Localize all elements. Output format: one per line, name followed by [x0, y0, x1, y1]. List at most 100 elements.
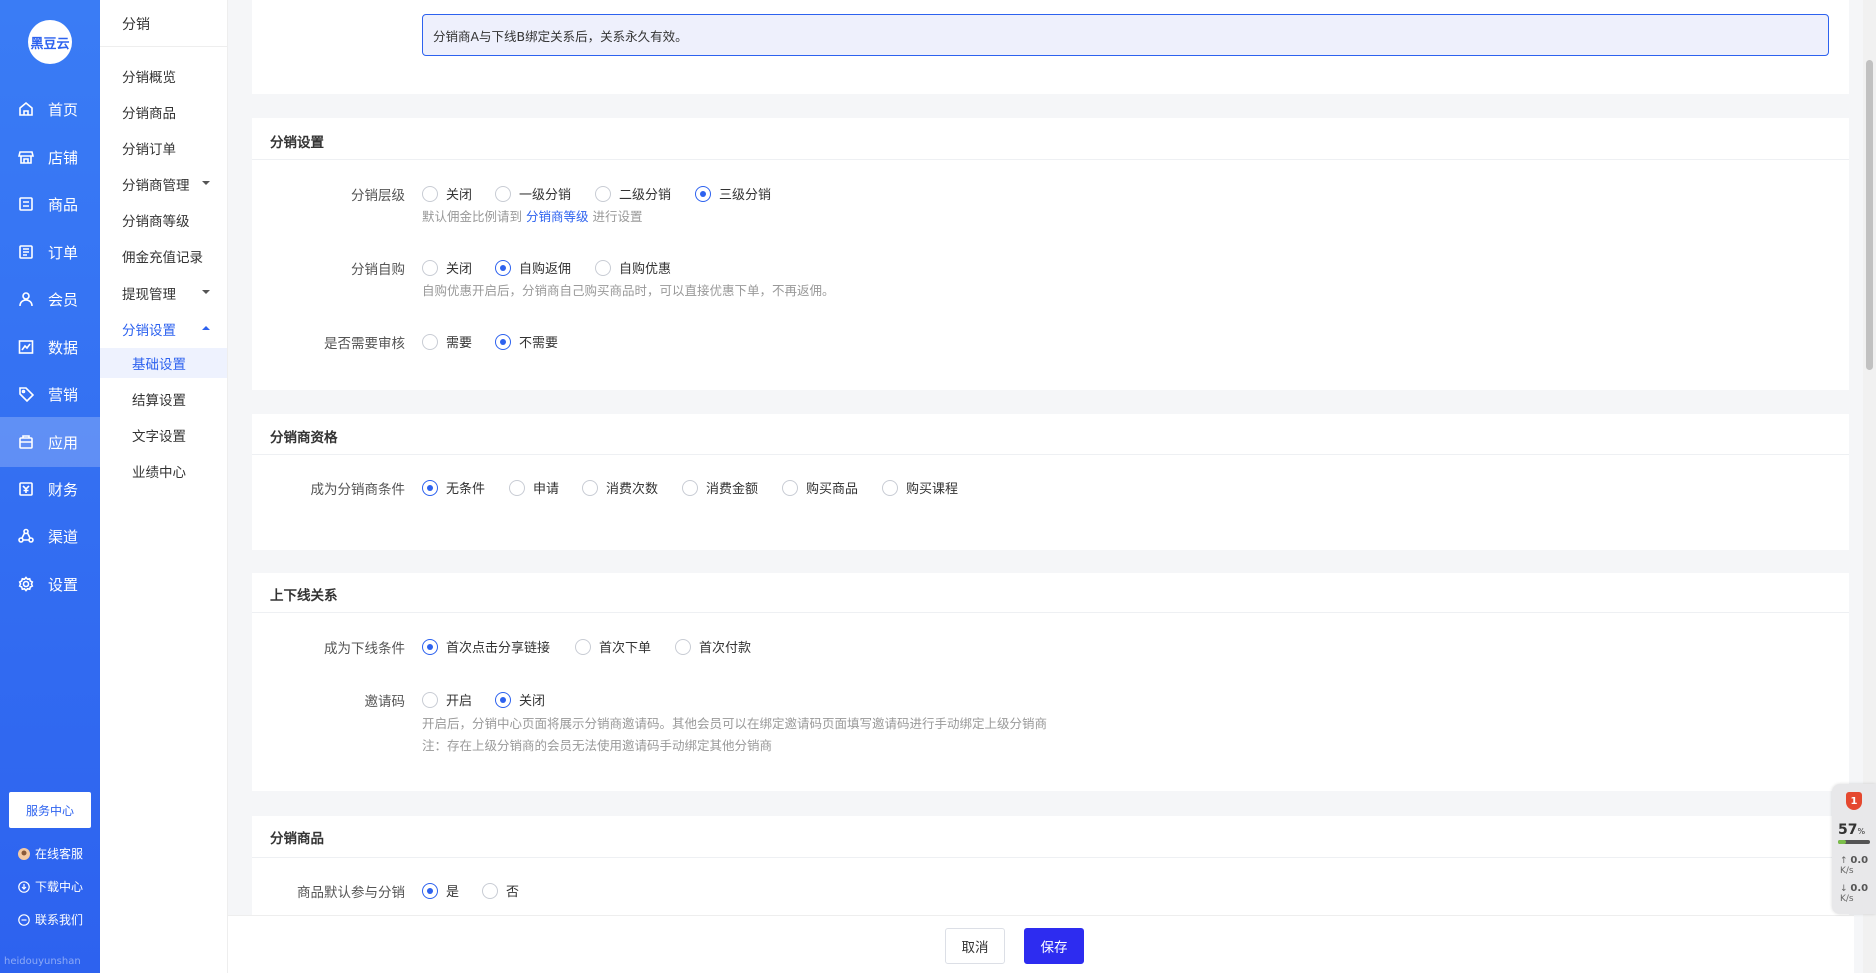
radio-circle	[595, 259, 611, 276]
upload-speed: ↑ 0.0 K/s	[1840, 855, 1869, 877]
level-option-first[interactable]: 一级分销	[495, 184, 571, 203]
cpu-bar	[1838, 840, 1870, 844]
radio-circle	[422, 185, 438, 202]
nav-item-store[interactable]: 店铺	[0, 134, 100, 180]
brand-logo[interactable]: 黑豆云	[28, 20, 72, 64]
radio-circle	[682, 479, 698, 496]
sub-child-text-settings[interactable]: 文字设置	[100, 420, 227, 450]
sub-item-label: 提现管理	[122, 287, 176, 303]
system-monitor-widget[interactable]: 1 57% ↑ 0.0 K/s ↓ 0.0 K/s	[1832, 784, 1876, 914]
condition-option-apply[interactable]: 申请	[509, 478, 559, 497]
nav-item-home[interactable]: 首页	[0, 86, 100, 132]
sub-item-distributor-manage[interactable]: 分销商管理	[122, 174, 222, 194]
contact-us-link[interactable]: 联系我们	[18, 911, 83, 928]
upload-value: 0.0	[1850, 855, 1869, 866]
download-center-label: 下载中心	[35, 880, 84, 894]
action-footer: 取消 保存	[228, 915, 1854, 973]
sub-child-performance-center[interactable]: 业绩中心	[100, 456, 227, 486]
level-option-second[interactable]: 二级分销	[595, 184, 671, 203]
save-button[interactable]: 保存	[1024, 928, 1084, 964]
sub-item-recharge-record[interactable]: 佣金充值记录	[122, 246, 222, 266]
radio-circle	[575, 638, 591, 655]
self-buy-hint: 自购优惠开启后，分销商自己购买商品时，可以直接优惠下单，不再返佣。	[422, 283, 835, 298]
sub-item-withdraw[interactable]: 提现管理	[122, 283, 222, 303]
downline-option-order[interactable]: 首次下单	[575, 637, 651, 656]
self-buy-option-off[interactable]: 关闭	[422, 258, 472, 277]
sub-item-orders[interactable]: 分销订单	[122, 138, 222, 158]
invite-option-on[interactable]: 开启	[422, 690, 472, 709]
default-join-option-yes[interactable]: 是	[422, 881, 459, 900]
cpu-percent: 57%	[1838, 822, 1865, 838]
downline-label: 成为下线条件	[324, 641, 405, 657]
section-divider	[252, 857, 1849, 858]
sub-item-overview[interactable]: 分销概览	[122, 66, 222, 86]
radio-circle	[495, 333, 511, 350]
level-option-off[interactable]: 关闭	[422, 184, 472, 203]
nav-label: 商品	[48, 195, 79, 214]
distribution-settings-panel: 分销设置 分销层级 关闭 一级分销 二级分销 三级分销 默认佣金比例请到 分销商…	[252, 118, 1849, 390]
avatar-icon	[18, 847, 30, 860]
radio-label: 消费金额	[706, 482, 759, 497]
cancel-button[interactable]: 取消	[945, 928, 1005, 964]
sub-item-label: 分销商管理	[122, 178, 190, 194]
condition-option-count[interactable]: 消费次数	[582, 478, 658, 497]
nav-item-settings[interactable]: 设置	[0, 561, 100, 607]
order-icon	[18, 244, 34, 260]
chevron-up-icon	[202, 326, 210, 330]
self-buy-option-discount[interactable]: 自购优惠	[595, 258, 671, 277]
radio-circle	[422, 333, 438, 350]
level-hint: 默认佣金比例请到 分销商等级 进行设置	[422, 206, 643, 225]
invite-hint: 开启后，分销中心页面将展示分销商邀请码。其他会员可以在绑定邀请码页面填写邀请码进…	[422, 716, 1048, 731]
nav-item-member[interactable]: 会员	[0, 276, 100, 322]
nav-item-finance[interactable]: 财务	[0, 466, 100, 512]
sub-child-settlement-settings[interactable]: 结算设置	[100, 384, 227, 414]
section-title: 分销商品	[270, 831, 324, 847]
sub-item-distributor-level[interactable]: 分销商等级	[122, 210, 222, 230]
downline-option-pay[interactable]: 首次付款	[675, 637, 751, 656]
shield-icon: 1	[1846, 792, 1862, 810]
download-speed: ↓ 0.0 K/s	[1840, 883, 1869, 905]
section-title: 分销设置	[270, 135, 324, 151]
nav-item-data[interactable]: 数据	[0, 324, 100, 370]
radio-circle	[782, 479, 798, 496]
radio-label: 不需要	[519, 336, 559, 351]
section-divider	[252, 612, 1849, 613]
default-join-option-no[interactable]: 否	[482, 881, 519, 900]
downline-option-click[interactable]: 首次点击分享链接	[422, 637, 550, 656]
radio-circle	[422, 638, 438, 655]
sub-child-basic-settings[interactable]: 基础设置	[100, 348, 227, 378]
invite-option-off[interactable]: 关闭	[495, 690, 545, 709]
nav-item-marketing[interactable]: 营销	[0, 371, 100, 417]
hint-suffix: 进行设置	[592, 209, 643, 224]
self-buy-option-rebate[interactable]: 自购返佣	[495, 258, 571, 277]
radio-label: 无条件	[446, 482, 486, 497]
nav-item-goods[interactable]: 商品	[0, 181, 100, 227]
section-title: 分销商资格	[270, 430, 338, 446]
condition-option-amount[interactable]: 消费金额	[682, 478, 758, 497]
online-service-link[interactable]: 在线客服	[18, 845, 83, 862]
review-option-yes[interactable]: 需要	[422, 332, 472, 351]
section-title: 上下线关系	[270, 588, 338, 604]
nav-item-app[interactable]: 应用	[0, 417, 100, 467]
condition-option-none[interactable]: 无条件	[422, 478, 485, 497]
radio-label: 三级分销	[719, 188, 772, 203]
cpu-bar-fill	[1838, 840, 1847, 844]
level-option-third[interactable]: 三级分销	[695, 184, 771, 203]
distributor-level-link[interactable]: 分销商等级	[526, 209, 589, 224]
condition-option-course[interactable]: 购买课程	[882, 478, 958, 497]
service-center-button[interactable]: 服务中心	[9, 792, 91, 828]
nav-item-order[interactable]: 订单	[0, 229, 100, 275]
goods-icon	[18, 196, 34, 212]
radio-label: 是	[446, 885, 460, 900]
sub-item-goods[interactable]: 分销商品	[122, 102, 222, 122]
sub-item-distribution-settings[interactable]: 分销设置	[122, 319, 222, 339]
nav-label: 渠道	[48, 527, 79, 546]
chevron-down-icon	[202, 181, 210, 185]
section-divider	[252, 159, 1849, 160]
nav-label: 应用	[48, 433, 79, 452]
nav-item-channel[interactable]: 渠道	[0, 513, 100, 559]
download-center-link[interactable]: 下载中心	[18, 878, 83, 895]
review-option-no[interactable]: 不需要	[495, 332, 558, 351]
condition-option-goods[interactable]: 购买商品	[782, 478, 858, 497]
scrollbar-thumb[interactable]	[1866, 60, 1873, 370]
